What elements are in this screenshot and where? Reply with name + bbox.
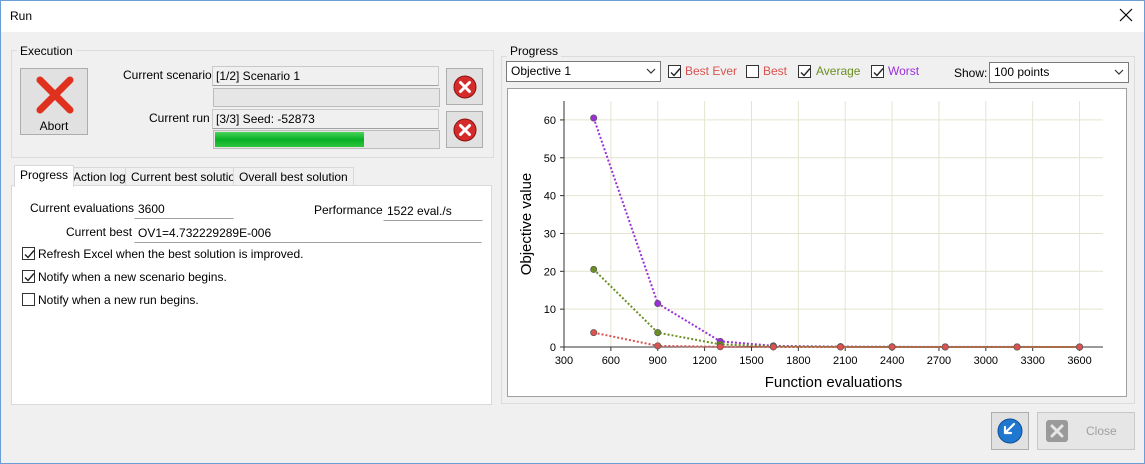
tab-action-log[interactable]: Action log xyxy=(67,167,132,186)
x-axis-title: Function evaluations xyxy=(765,374,903,391)
data-point xyxy=(1013,343,1021,351)
y-axis-title: Objective value xyxy=(518,173,535,276)
x-tick-label: 3000 xyxy=(974,355,998,367)
x-tick-label: 1200 xyxy=(692,355,716,367)
notify-scenario-checkbox[interactable] xyxy=(22,270,35,283)
run-progress-fill xyxy=(215,132,364,147)
data-point xyxy=(654,299,662,307)
chevron-down-icon xyxy=(646,68,656,74)
window-title: Run xyxy=(10,9,33,23)
data-point xyxy=(590,114,598,122)
x-tick-label: 3600 xyxy=(1067,355,1091,367)
run-progress-bar xyxy=(213,130,440,149)
stop-scenario-button[interactable] xyxy=(446,68,483,105)
x-tick-label: 2400 xyxy=(880,355,904,367)
y-tick-label: 10 xyxy=(544,304,556,316)
current-best-label: Current best xyxy=(66,225,133,239)
x-tick-label: 600 xyxy=(602,355,620,367)
progress-tab-panel: Current evaluations 3600 Performance 152… xyxy=(11,185,492,405)
progress-chart: 300 600 900 1200 1500 1800 2100 2400 2700 3000 330… xyxy=(507,88,1127,397)
average-checkbox[interactable] xyxy=(798,65,811,78)
best-checkbox[interactable] xyxy=(746,65,759,78)
data-point xyxy=(716,343,724,351)
x-tick-label: 3300 xyxy=(1020,355,1044,367)
y-tick-label: 0 xyxy=(550,342,556,354)
x-tick-label: 300 xyxy=(555,355,573,367)
data-point xyxy=(769,343,777,351)
x-tick-label: 2100 xyxy=(833,355,857,367)
refresh-excel-label[interactable]: Refresh Excel when the best solution is … xyxy=(38,247,303,261)
scenario-progress-bar xyxy=(213,88,440,107)
series-line-best-ever xyxy=(593,331,1080,348)
data-point xyxy=(654,329,662,337)
tab-progress[interactable]: Progress xyxy=(14,165,75,187)
x-tick-label: 900 xyxy=(649,355,667,367)
current-run-label: Current run xyxy=(149,111,210,125)
abort-x-icon xyxy=(36,76,74,114)
data-point xyxy=(941,343,949,351)
data-point xyxy=(888,343,896,351)
performance-label: Performance xyxy=(314,203,383,217)
stop-icon xyxy=(453,75,477,99)
series-line-average xyxy=(592,268,1080,348)
close-x-icon xyxy=(1046,420,1068,442)
tab-overall-best-solution[interactable]: Overall best solution xyxy=(233,167,354,186)
y-tick-label: 60 xyxy=(544,115,556,127)
y-tick-label: 20 xyxy=(544,266,556,278)
current-best-field: OV1=4.732229289E-006 xyxy=(134,223,482,243)
data-point xyxy=(1076,343,1084,351)
title-bar: Run xyxy=(1,1,1144,32)
abort-label: Abort xyxy=(39,119,69,133)
show-points-select[interactable]: 100 points xyxy=(989,62,1129,83)
current-run-field: [3/3] Seed: -52873 xyxy=(212,109,439,129)
chevron-down-icon xyxy=(1114,69,1124,75)
current-scenario-label: Current scenario xyxy=(123,68,212,82)
notify-run-label[interactable]: Notify when a new run begins. xyxy=(38,293,199,307)
y-tick-label: 40 xyxy=(544,191,556,203)
checkmark-icon xyxy=(24,273,35,282)
data-point xyxy=(590,265,598,273)
data-point xyxy=(590,329,598,337)
x-tick-label: 1500 xyxy=(739,355,763,367)
performance-field: 1522 eval./s xyxy=(383,201,483,221)
chart-svg: 300 600 900 1200 1500 1800 2100 2400 2700 3000 330… xyxy=(518,101,1103,391)
x-tick-label: 1800 xyxy=(786,355,810,367)
data-point xyxy=(837,343,845,351)
x-tick-label: 2700 xyxy=(927,355,951,367)
execution-group-label: Execution xyxy=(17,44,76,58)
y-tick-label: 50 xyxy=(544,153,556,165)
current-evaluations-field: 3600 xyxy=(134,199,234,219)
stop-icon xyxy=(453,118,477,142)
progress-group-label: Progress xyxy=(507,44,562,58)
show-label: Show: xyxy=(954,66,988,80)
average-label[interactable]: Average xyxy=(816,64,860,78)
objective-select[interactable]: Objective 1 xyxy=(506,61,661,82)
close-button-label: Close xyxy=(1086,424,1117,438)
best-ever-label[interactable]: Best Ever xyxy=(685,64,737,78)
refresh-excel-checkbox[interactable] xyxy=(22,247,35,260)
tab-current-best-solution[interactable]: Current best solution xyxy=(125,167,248,186)
y-tick-label: 30 xyxy=(544,228,556,240)
current-evaluations-label: Current evaluations xyxy=(30,201,135,215)
notify-run-checkbox[interactable] xyxy=(22,293,35,306)
close-button[interactable]: Close xyxy=(1037,412,1135,450)
window-close-icon[interactable] xyxy=(1118,7,1134,23)
checkmark-icon xyxy=(670,68,681,77)
abort-button[interactable]: Abort xyxy=(20,68,88,135)
data-point xyxy=(654,342,662,350)
notify-scenario-label[interactable]: Notify when a new scenario begins. xyxy=(38,270,227,284)
run-dialog: Run Execution Abort Current scenario [1/… xyxy=(0,0,1145,464)
checkmark-icon xyxy=(24,250,35,259)
back-button[interactable] xyxy=(991,412,1029,450)
best-label[interactable]: Best xyxy=(763,64,787,78)
checkmark-icon xyxy=(873,68,884,77)
current-scenario-field: [1/2] Scenario 1 xyxy=(212,66,439,86)
worst-checkbox[interactable] xyxy=(871,65,884,78)
stop-run-button[interactable] xyxy=(446,111,483,148)
best-ever-checkbox[interactable] xyxy=(668,65,681,78)
back-arrow-icon xyxy=(997,418,1023,444)
worst-label[interactable]: Worst xyxy=(888,64,919,78)
checkmark-icon xyxy=(800,68,811,77)
series-line-worst xyxy=(592,117,1080,348)
